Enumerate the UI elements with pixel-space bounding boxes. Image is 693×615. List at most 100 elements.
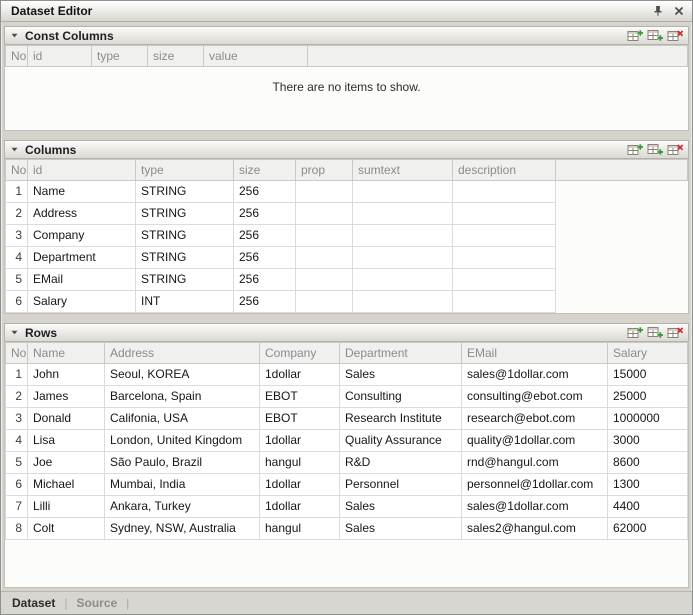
columns-header[interactable]: Columns [4, 140, 689, 159]
cell-company[interactable]: hangul [260, 452, 340, 474]
cell-sumtext[interactable] [353, 203, 453, 225]
close-button[interactable] [672, 4, 686, 18]
cell-email[interactable]: personnel@1dollar.com [462, 474, 608, 496]
cell-id[interactable]: EMail [28, 269, 136, 291]
cell-salary[interactable]: 25000 [608, 386, 688, 408]
cell-id[interactable]: Name [28, 181, 136, 203]
collapse-button[interactable] [8, 143, 21, 156]
cell-name[interactable]: John [28, 364, 105, 386]
cell-description[interactable] [453, 269, 556, 291]
delete-item-button[interactable] [666, 325, 684, 341]
table-row[interactable]: 2 Address STRING 256 [6, 203, 688, 225]
cell-address[interactable]: Seoul, KOREA [105, 364, 260, 386]
cell-department[interactable]: R&D [340, 452, 462, 474]
cell-id[interactable]: Company [28, 225, 136, 247]
cell-no[interactable]: 4 [6, 247, 28, 269]
cell-company[interactable]: EBOT [260, 386, 340, 408]
table-row[interactable]: 5 EMail STRING 256 [6, 269, 688, 291]
cell-company[interactable]: EBOT [260, 408, 340, 430]
cell-size[interactable]: 256 [234, 225, 296, 247]
table-row[interactable]: 4 Department STRING 256 [6, 247, 688, 269]
cell-name[interactable]: James [28, 386, 105, 408]
const-columns-header[interactable]: Const Columns [4, 26, 689, 45]
cell-no[interactable]: 6 [6, 474, 28, 496]
cell-size[interactable]: 256 [234, 291, 296, 313]
cell-email[interactable]: consulting@ebot.com [462, 386, 608, 408]
cell-address[interactable]: Ankara, Turkey [105, 496, 260, 518]
tab-dataset[interactable]: Dataset [12, 596, 55, 610]
delete-item-button[interactable] [666, 142, 684, 158]
cell-no[interactable]: 8 [6, 518, 28, 540]
cell-company[interactable]: 1dollar [260, 430, 340, 452]
cell-department[interactable]: Personnel [340, 474, 462, 496]
cell-salary[interactable]: 15000 [608, 364, 688, 386]
add-item-button[interactable] [626, 325, 644, 341]
cell-sumtext[interactable] [353, 247, 453, 269]
tab-source[interactable]: Source [76, 596, 117, 610]
cell-salary[interactable]: 4400 [608, 496, 688, 518]
cell-prop[interactable] [296, 181, 353, 203]
cell-sumtext[interactable] [353, 291, 453, 313]
cell-department[interactable]: Sales [340, 364, 462, 386]
cell-prop[interactable] [296, 203, 353, 225]
cell-name[interactable]: Donald [28, 408, 105, 430]
cell-no[interactable]: 4 [6, 430, 28, 452]
cell-description[interactable] [453, 181, 556, 203]
cell-no[interactable]: 7 [6, 496, 28, 518]
cell-type[interactable]: STRING [136, 247, 234, 269]
cell-no[interactable]: 3 [6, 408, 28, 430]
cell-email[interactable]: sales@1dollar.com [462, 496, 608, 518]
collapse-button[interactable] [8, 29, 21, 42]
cell-prop[interactable] [296, 269, 353, 291]
cell-name[interactable]: Lilli [28, 496, 105, 518]
insert-item-button[interactable] [646, 325, 664, 341]
cell-company[interactable]: 1dollar [260, 474, 340, 496]
table-row[interactable]: 5 Joe São Paulo, Brazil hangul R&D rnd@h… [6, 452, 688, 474]
cell-salary[interactable]: 8600 [608, 452, 688, 474]
cell-email[interactable]: sales2@hangul.com [462, 518, 608, 540]
cell-email[interactable]: rnd@hangul.com [462, 452, 608, 474]
cell-no[interactable]: 5 [6, 452, 28, 474]
cell-sumtext[interactable] [353, 225, 453, 247]
cell-no[interactable]: 1 [6, 181, 28, 203]
cell-type[interactable]: STRING [136, 225, 234, 247]
cell-department[interactable]: Research Institute [340, 408, 462, 430]
add-item-button[interactable] [626, 142, 644, 158]
table-row[interactable]: 3 Company STRING 256 [6, 225, 688, 247]
cell-email[interactable]: research@ebot.com [462, 408, 608, 430]
table-row[interactable]: 3 Donald Califonia, USA EBOT Research In… [6, 408, 688, 430]
cell-address[interactable]: Barcelona, Spain [105, 386, 260, 408]
cell-size[interactable]: 256 [234, 181, 296, 203]
cell-prop[interactable] [296, 291, 353, 313]
table-row[interactable]: 1 John Seoul, KOREA 1dollar Sales sales@… [6, 364, 688, 386]
pin-button[interactable] [651, 4, 665, 18]
cell-department[interactable]: Sales [340, 496, 462, 518]
cell-type[interactable]: STRING [136, 181, 234, 203]
collapse-button[interactable] [8, 326, 21, 339]
cell-size[interactable]: 256 [234, 269, 296, 291]
cell-company[interactable]: 1dollar [260, 496, 340, 518]
cell-no[interactable]: 2 [6, 386, 28, 408]
cell-type[interactable]: STRING [136, 269, 234, 291]
table-row[interactable]: 4 Lisa London, United Kingdom 1dollar Qu… [6, 430, 688, 452]
cell-email[interactable]: quality@1dollar.com [462, 430, 608, 452]
cell-salary[interactable]: 1000000 [608, 408, 688, 430]
cell-salary[interactable]: 3000 [608, 430, 688, 452]
cell-department[interactable]: Sales [340, 518, 462, 540]
cell-company[interactable]: 1dollar [260, 364, 340, 386]
cell-sumtext[interactable] [353, 181, 453, 203]
table-row[interactable]: 1 Name STRING 256 [6, 181, 688, 203]
cell-no[interactable]: 2 [6, 203, 28, 225]
cell-size[interactable]: 256 [234, 247, 296, 269]
cell-id[interactable]: Department [28, 247, 136, 269]
cell-address[interactable]: São Paulo, Brazil [105, 452, 260, 474]
cell-email[interactable]: sales@1dollar.com [462, 364, 608, 386]
table-row[interactable]: 7 Lilli Ankara, Turkey 1dollar Sales sal… [6, 496, 688, 518]
cell-sumtext[interactable] [353, 269, 453, 291]
cell-id[interactable]: Address [28, 203, 136, 225]
cell-description[interactable] [453, 225, 556, 247]
insert-item-button[interactable] [646, 142, 664, 158]
cell-address[interactable]: Sydney, NSW, Australia [105, 518, 260, 540]
table-row[interactable]: 6 Salary INT 256 [6, 291, 688, 313]
delete-item-button[interactable] [666, 28, 684, 44]
